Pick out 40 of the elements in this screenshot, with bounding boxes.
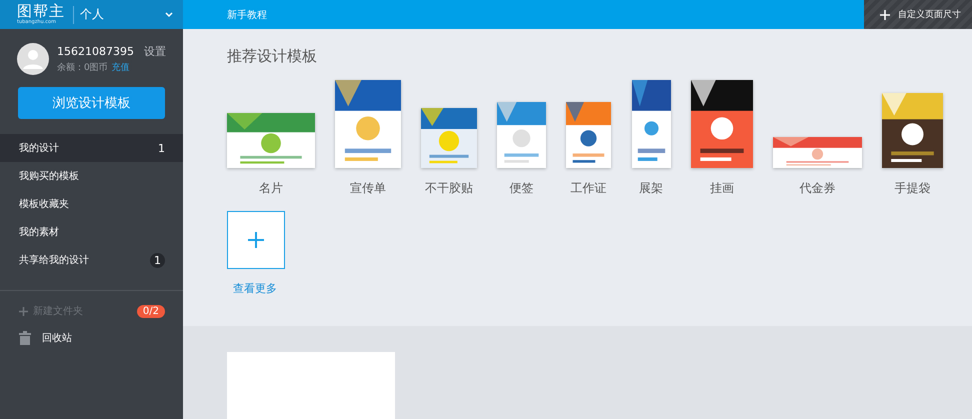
menu-label: 模板收藏夹	[19, 198, 69, 211]
menu-label: 共享给我的设计	[19, 254, 89, 267]
custom-size-button[interactable]: 自定义页面尺寸	[864, 0, 972, 29]
plus-icon	[248, 232, 264, 248]
trash-label: 回收站	[42, 332, 72, 345]
settings-link[interactable]: 设置	[144, 44, 166, 59]
browse-templates-button[interactable]: 浏览设计模板	[18, 87, 165, 119]
count-badge: 1	[150, 252, 165, 268]
menu-label: 我的素材	[19, 226, 59, 239]
logo[interactable]: 图帮主	[17, 4, 65, 19]
template-label[interactable]: 代金券	[800, 180, 836, 197]
template-label[interactable]: 便签	[510, 180, 534, 197]
folder-count-badge: 0/2	[136, 304, 165, 318]
plus-icon	[880, 10, 890, 20]
trash-item[interactable]: 回收站	[0, 325, 183, 351]
recharge-link[interactable]: 充值	[112, 61, 130, 74]
plus-icon	[19, 306, 28, 316]
template-label[interactable]: 展架	[639, 180, 663, 197]
template-label[interactable]: 工作证	[570, 180, 606, 197]
account-switcher[interactable]: 个人	[80, 6, 165, 23]
menu-item[interactable]: 模板收藏夹	[0, 190, 183, 218]
template-label[interactable]: 名片	[259, 180, 283, 197]
section-title: 推荐设计模板	[227, 47, 318, 66]
chevron-icon[interactable]	[165, 12, 173, 18]
menu-item[interactable]: 我购买的模板	[0, 162, 183, 190]
trash-icon	[19, 331, 31, 345]
avatar	[17, 43, 49, 75]
balance-text: 余额：0图币	[57, 62, 108, 74]
menu-label: 我的设计	[19, 142, 59, 155]
menu-item[interactable]: 我的设计 1	[0, 134, 183, 162]
template-label[interactable]: 手提袋	[894, 180, 930, 197]
template-label[interactable]: 不干胶贴	[425, 180, 473, 197]
template-label[interactable]: 宣传单	[350, 180, 386, 197]
item-count: 1	[158, 142, 165, 154]
menu-item[interactable]: 共享给我的设计 1	[0, 246, 183, 274]
menu-label: 我购买的模板	[19, 170, 79, 183]
template-label[interactable]: 挂画	[710, 180, 734, 197]
user-phone: 15621087395	[57, 45, 134, 58]
add-template-button[interactable]	[227, 211, 285, 269]
menu-item[interactable]: 我的素材	[0, 218, 183, 246]
